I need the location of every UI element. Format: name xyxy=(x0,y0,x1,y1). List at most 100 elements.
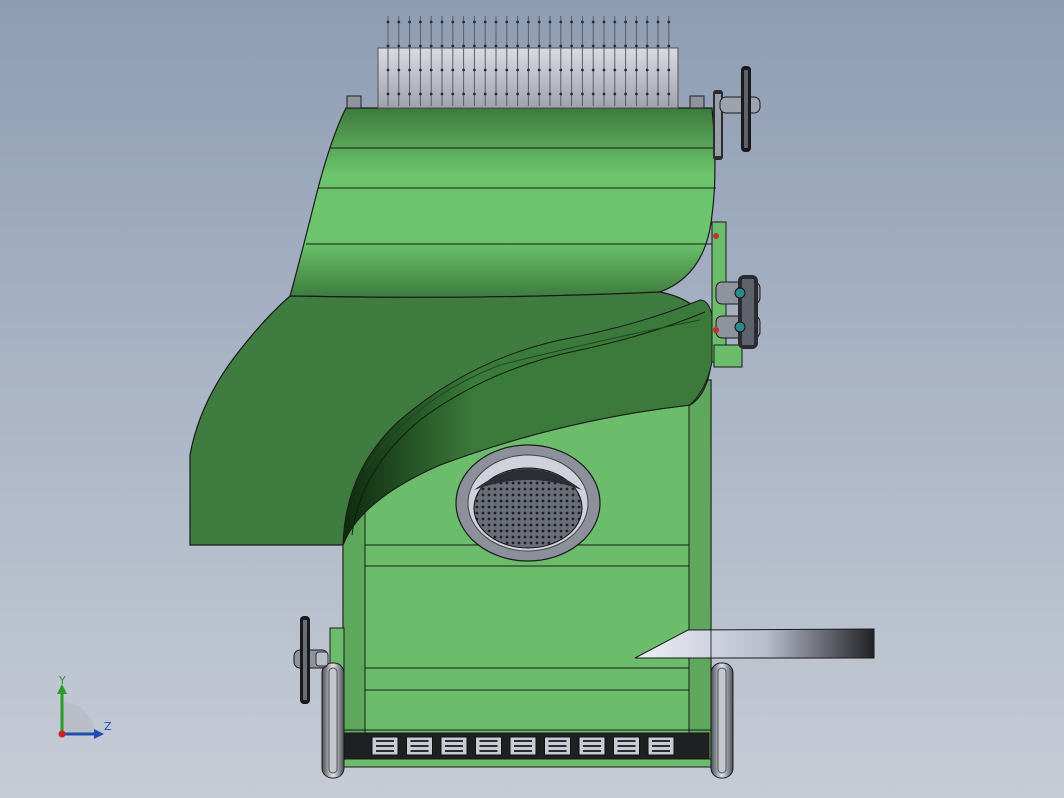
grate-bar xyxy=(376,740,394,742)
comb-tine-rivet xyxy=(494,20,498,24)
grate-bar xyxy=(445,745,463,747)
machine-model[interactable] xyxy=(0,0,1064,798)
comb-tine-rivet xyxy=(656,68,660,72)
comb-tine-rivet xyxy=(656,92,660,96)
comb-tine-rivet xyxy=(429,92,433,96)
grate-bar xyxy=(548,750,567,752)
comb-tine-rivet xyxy=(602,92,606,96)
grate-bar xyxy=(410,750,429,752)
comb-tine-rivet xyxy=(451,44,455,48)
grate-bar xyxy=(376,745,394,747)
comb-tine-rivet xyxy=(408,92,411,96)
comb-tine-rivet xyxy=(516,44,519,48)
comb-tine-rivet xyxy=(645,92,649,96)
comb-tine-rivet xyxy=(570,44,573,48)
grate-bar xyxy=(514,745,532,747)
grate-bar xyxy=(479,740,498,742)
comb-tine-rivet xyxy=(386,92,390,96)
comb-tine-rivet xyxy=(505,20,509,24)
comb-tine-rivet xyxy=(440,44,444,48)
grate-bar xyxy=(583,745,601,747)
screen-drum[interactable] xyxy=(455,444,601,562)
comb-tine-rivet xyxy=(656,44,660,48)
comb-tine-rivet xyxy=(408,44,411,48)
comb-tine-rivet xyxy=(516,68,519,72)
comb-tine-rivet xyxy=(440,68,444,72)
secondary-pulley-icon[interactable] xyxy=(711,221,761,368)
comb-tine-rivet xyxy=(559,20,563,24)
comb-tine-rivet xyxy=(505,92,509,96)
comb-tine-rivet xyxy=(570,20,573,24)
grate-bar xyxy=(652,750,670,752)
comb-tine-rivet xyxy=(516,20,519,24)
comb-tine-rivet xyxy=(635,92,638,96)
comb-tine-rivet xyxy=(408,20,411,24)
grate-bar xyxy=(548,740,567,742)
comb-tine-rivet xyxy=(462,44,465,48)
comb-tine-rivet xyxy=(559,68,563,72)
comb-tine-rivet xyxy=(591,20,595,24)
grate-bar xyxy=(479,745,498,747)
comb-tine-rivet xyxy=(440,92,444,96)
comb-tine-rivet xyxy=(462,68,465,72)
comb-tine-rivet xyxy=(429,44,433,48)
comb-tine-rivet xyxy=(451,92,455,96)
grate-bar xyxy=(410,740,429,742)
comb-tine-rivet xyxy=(419,92,422,96)
comb-tine-rivet xyxy=(473,68,476,72)
grate-bar xyxy=(410,745,429,747)
comb-tine-rivet xyxy=(494,68,498,72)
grate-bar xyxy=(652,740,670,742)
comb-tine-rivet xyxy=(613,44,617,48)
comb-tine-rivet xyxy=(559,44,563,48)
comb-tine-rivet xyxy=(397,44,401,48)
comb-tine-rivet xyxy=(537,44,541,48)
grate-bar xyxy=(583,740,601,742)
grate-bar xyxy=(617,745,636,747)
comb-tine-rivet xyxy=(451,68,455,72)
comb-tine-rivet xyxy=(624,44,627,48)
comb-tine-rivet xyxy=(613,20,617,24)
comb-tine-rivet xyxy=(473,44,476,48)
comb-tine-rivet xyxy=(483,20,487,24)
comb-tine-rivet xyxy=(429,20,433,24)
comb-tine-rivet xyxy=(581,20,584,24)
cad-viewport[interactable]: Y Z xyxy=(0,0,1064,798)
grate-bar xyxy=(479,750,498,752)
comb-tine-rivet xyxy=(635,20,638,24)
comb-tine-rivet xyxy=(419,68,422,72)
comb-tine-rivet xyxy=(494,92,498,96)
comb-tine-rivet xyxy=(602,68,606,72)
comb-tine-rivet xyxy=(548,68,552,72)
comb-tine-rivet xyxy=(667,44,671,48)
y-axis-label: Y xyxy=(58,674,66,687)
comb-tine-rivet xyxy=(613,92,617,96)
comb-tine-rivet xyxy=(419,20,422,24)
comb-tine-rivet xyxy=(656,20,660,24)
comb-tine-rivet xyxy=(667,92,671,96)
comb-tine-rivet xyxy=(397,68,401,72)
axis-triad-icon: Y Z xyxy=(57,674,112,739)
comb-tine-rivet xyxy=(429,68,433,72)
grate-bar xyxy=(617,750,636,752)
comb-tine-rivet xyxy=(667,20,671,24)
comb-tine-rivet xyxy=(624,68,627,72)
comb-tine-rivet xyxy=(581,92,584,96)
comb-tine-rivet xyxy=(397,92,401,96)
comb-tine-rivet xyxy=(473,20,476,24)
comb-tine-rivet xyxy=(548,92,552,96)
comb-tine-rivet xyxy=(462,92,465,96)
wheel-right-icon[interactable] xyxy=(710,662,734,779)
comb-tine-rivet xyxy=(516,92,519,96)
wheel-left-icon[interactable] xyxy=(321,662,345,779)
comb-tine-rivet xyxy=(602,44,606,48)
comb-tine-rivet xyxy=(494,44,498,48)
comb-tine-rivet xyxy=(635,44,638,48)
sprocket-icon[interactable] xyxy=(713,66,761,160)
comb-tine-rivet xyxy=(386,20,390,24)
bottom-grate xyxy=(342,732,712,768)
grate-bar xyxy=(583,750,601,752)
comb-tine-rivet xyxy=(527,92,530,96)
comb-tine-rivet xyxy=(645,44,649,48)
comb-tine-rivet xyxy=(570,92,573,96)
